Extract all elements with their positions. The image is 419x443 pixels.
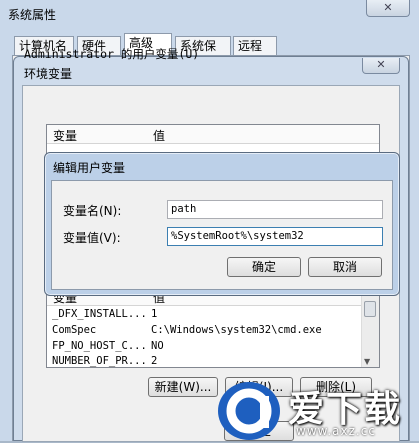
- list-item[interactable]: FP_NO_HOST_C... NO: [47, 339, 379, 354]
- window-title: 环境变量: [24, 67, 73, 81]
- edit-user-variable-dialog: 编辑用户变量 变量名(N): path 变量值(V): %SystemRoot%…: [44, 152, 400, 296]
- variable-name-label: 变量名(N):: [63, 204, 122, 218]
- watermark-url: www.axz.cc: [296, 424, 376, 438]
- variable-value: 1: [151, 308, 158, 320]
- variable-name: NUMBER_OF_PR...: [52, 355, 147, 367]
- list-item[interactable]: ComSpec C:\Windows\system32\cmd.exe: [47, 323, 379, 338]
- logo-icon: [218, 382, 280, 440]
- variable-value: 2: [151, 355, 158, 367]
- list-item[interactable]: _DFX_INSTALL... 1: [47, 307, 379, 322]
- variable-value: NO: [151, 340, 164, 352]
- dialog-title: 编辑用户变量: [53, 161, 126, 175]
- variable-value: C:\Windows\system32\cmd.exe: [151, 324, 322, 336]
- variable-value-field[interactable]: %SystemRoot%\system32: [167, 227, 383, 246]
- close-button[interactable]: ✕: [362, 58, 400, 74]
- dialog-body: 变量名(N): path 变量值(V): %SystemRoot%\system…: [51, 180, 393, 290]
- system-variables-list[interactable]: 变量 值 _DFX_INSTALL... 1 ComSpec C:\Window…: [46, 286, 380, 368]
- scroll-down-icon[interactable]: ▼: [364, 357, 370, 366]
- watermark-logo: 爱下载 www.axz.cc: [218, 380, 419, 441]
- ok-button[interactable]: 确定: [227, 257, 301, 277]
- close-button[interactable]: ✕: [366, 0, 410, 17]
- new-variable-button[interactable]: 新建(W)...: [148, 377, 218, 397]
- list-item[interactable]: NUMBER_OF_PR... 2: [47, 354, 379, 369]
- cancel-button[interactable]: 取消: [308, 257, 382, 277]
- tab-remote[interactable]: 远程: [233, 36, 277, 56]
- variable-name: _DFX_INSTALL...: [52, 308, 147, 320]
- variable-value-label: 变量值(V):: [63, 231, 121, 245]
- column-header-value[interactable]: 值: [153, 127, 165, 144]
- variable-name: ComSpec: [52, 324, 97, 336]
- column-header-variable[interactable]: 变量: [53, 127, 77, 144]
- variable-name-field[interactable]: path: [167, 200, 383, 219]
- window-title: 系统属性: [8, 8, 57, 22]
- list-header: 变量 值: [47, 125, 379, 144]
- scroll-thumb[interactable]: [364, 301, 376, 317]
- user-variables-label: Administrator 的用户变量(U): [24, 47, 200, 61]
- variable-name: FP_NO_HOST_C...: [52, 340, 147, 352]
- vertical-scrollbar[interactable]: ▲ ▼: [361, 287, 379, 367]
